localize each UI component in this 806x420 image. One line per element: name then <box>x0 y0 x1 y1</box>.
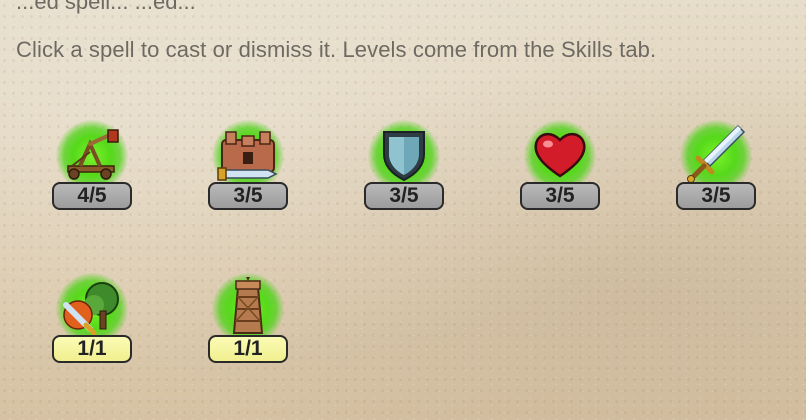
spell-catapult[interactable]: 4/5 <box>50 120 134 212</box>
spell-level-badge: 1/1 <box>52 335 132 363</box>
spell-level-badge: 3/5 <box>364 182 444 210</box>
sword-icon <box>684 122 748 186</box>
clipped-header-text: ...ed spell... ...ed... <box>16 0 196 14</box>
spell-level-badge: 3/5 <box>520 182 600 210</box>
spells-panel: ...ed spell... ...ed... Click a spell to… <box>0 0 806 420</box>
instructions-text: Click a spell to cast or dismiss it. Lev… <box>16 37 657 62</box>
spell-sword[interactable]: 3/5 <box>674 120 758 212</box>
heart-icon <box>528 122 592 186</box>
catapult-icon <box>60 122 124 186</box>
shield-icon <box>372 122 436 186</box>
watchtower-icon <box>216 275 280 339</box>
spell-shield[interactable]: 3/5 <box>362 120 446 212</box>
spell-fortress-sword[interactable]: 3/5 <box>206 120 290 212</box>
spell-level-badge: 3/5 <box>676 182 756 210</box>
spell-level-badge: 3/5 <box>208 182 288 210</box>
spell-watchtower[interactable]: 1/1 <box>206 273 290 365</box>
forest-sword-icon <box>60 275 124 339</box>
fortress-sword-icon <box>216 122 280 186</box>
spell-forest-sword[interactable]: 1/1 <box>50 273 134 365</box>
spell-level-badge: 4/5 <box>52 182 132 210</box>
spell-heart[interactable]: 3/5 <box>518 120 602 212</box>
spell-level-badge: 1/1 <box>208 335 288 363</box>
